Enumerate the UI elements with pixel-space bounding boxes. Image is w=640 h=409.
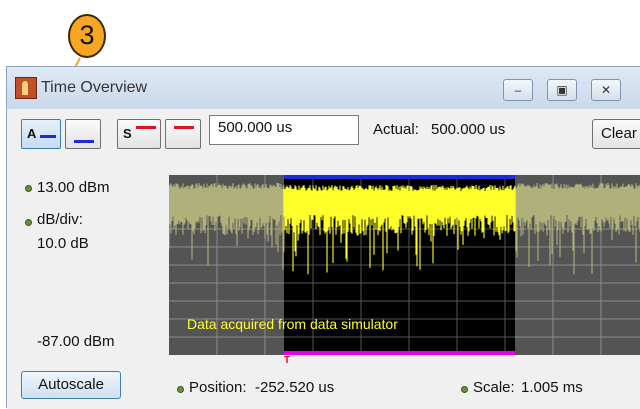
acquisition-top-bar [284,175,515,179]
title-bar[interactable]: Time Overview – ▣ ✕ [7,67,640,109]
bottom-level-value: -87.00 dBm [37,333,115,350]
marker-e-red-line [174,126,194,129]
inside-trace [283,185,516,275]
marker-a-blue-line [40,135,56,138]
marker-a-label: A [27,126,37,141]
window-title: Time Overview [41,79,148,96]
marker-a-button[interactable]: A [21,119,61,149]
position-value[interactable]: -252.520 us [255,379,334,396]
step-callout: 3 [68,14,108,60]
scale-value[interactable]: 10.0 dB [37,235,89,252]
clear-button[interactable]: Clear [592,119,640,149]
analysis-bottom-bar [284,351,515,355]
autoscale-button[interactable]: Autoscale [21,371,121,399]
marker-s-label: S [123,126,132,141]
marker-b-blue-line [74,140,94,143]
time-span-input[interactable]: 500.000 us [209,115,359,145]
outside-shade-right [515,175,640,355]
app-icon [15,77,37,99]
actual-value: 500.000 us [431,121,506,138]
marker-s-red-line [136,126,156,129]
maximize-button[interactable]: ▣ [547,79,577,101]
trigger-marker: T [284,355,291,366]
scale-label: dB/div: [37,211,83,228]
marker-e-button[interactable] [165,119,201,149]
simulator-annotation: Data acquired from data simulator [187,316,398,332]
actual-label: Actual: [373,121,419,138]
position-knob-icon[interactable] [177,386,184,393]
callout-number: 3 [79,20,95,50]
marker-s-button[interactable]: S [117,119,161,149]
close-button[interactable]: ✕ [591,79,621,101]
scale-time-knob-icon[interactable] [461,386,468,393]
time-scale-label: Scale: [473,379,515,396]
scale-knob-icon[interactable] [25,219,32,226]
time-overview-window: Time Overview – ▣ ✕ A S 500.000 us Actua… [6,66,640,409]
window-client: A S 500.000 us Actual: 500.000 us Clear … [7,109,640,409]
marker-b-button[interactable] [65,119,101,149]
position-label: Position: [189,379,247,396]
ref-level-value[interactable]: 13.00 dBm [37,179,110,196]
time-scale-value[interactable]: 1.005 ms [521,379,583,396]
trace-svg: Data acquired from data simulator [169,175,640,355]
time-overview-plot[interactable]: Data acquired from data simulator [169,175,640,355]
ref-level-knob-icon[interactable] [25,185,32,192]
minimize-button[interactable]: – [503,79,533,101]
